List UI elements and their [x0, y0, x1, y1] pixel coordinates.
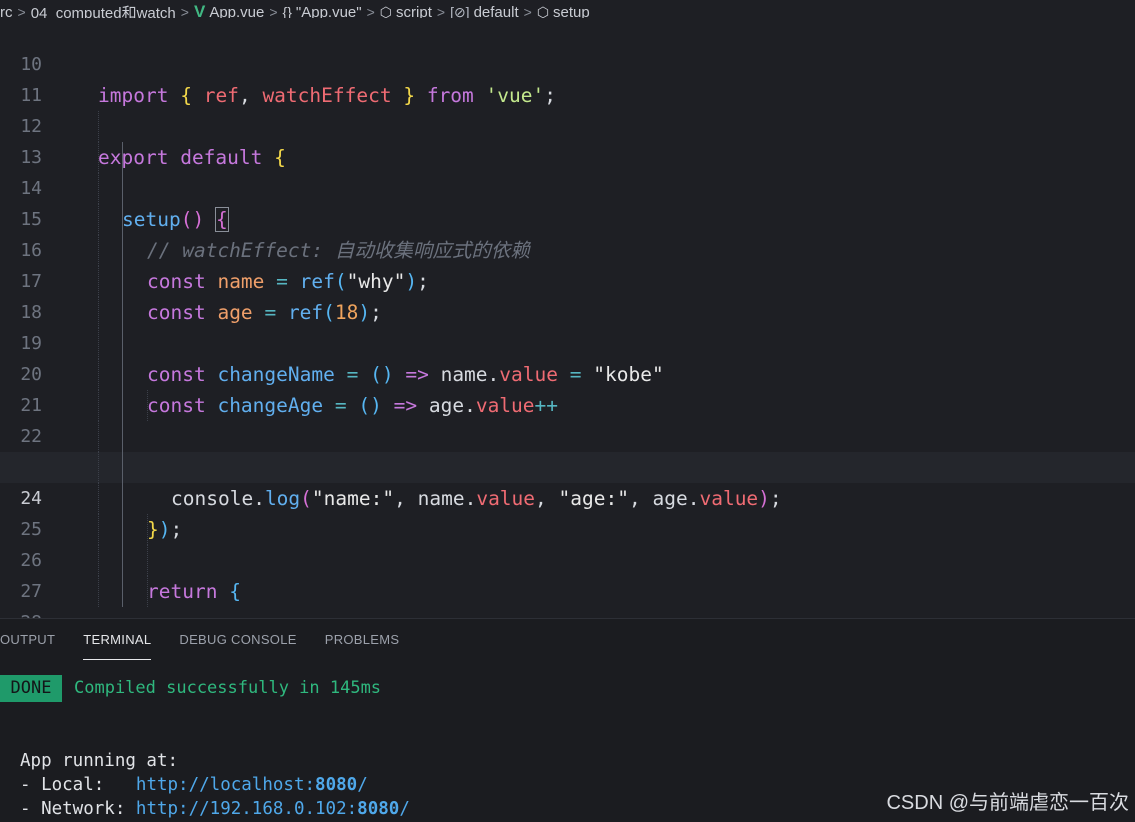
code-line[interactable]: 14 // watchEffect: 自动收集响应式的依赖 — [0, 142, 1135, 262]
local-label: - Local: — [20, 775, 105, 795]
code-line[interactable]: 15 const name = ref("why"); — [0, 173, 1135, 293]
line-number: 28 — [0, 607, 42, 618]
code-line[interactable]: 16 const age = ref(18); — [0, 204, 1135, 324]
network-label: - Network: — [20, 799, 126, 819]
code-line[interactable]: 12 export default { — [0, 80, 1135, 169]
code-line[interactable]: 23 }); — [0, 421, 1135, 541]
local-port: 8080 — [315, 775, 358, 795]
code-line[interactable]: 27 age, — [0, 545, 1135, 602]
network-port: 8080 — [357, 799, 400, 819]
panel-tabs: OUTPUT TERMINAL DEBUG CONSOLE PROBLEMS — [0, 619, 413, 661]
app-running-text: App running at: — [20, 751, 179, 771]
code-line[interactable]: 18 const changeName = () => name.value =… — [0, 266, 1135, 386]
code-line[interactable]: 28 changeName, — [0, 576, 1135, 618]
tab-debug-console[interactable]: DEBUG CONSOLE — [165, 619, 310, 661]
done-badge: DONE — [0, 675, 62, 702]
code-line[interactable]: 11 — [0, 49, 1135, 106]
code-line[interactable]: 10 import { ref, watchEffect } from 'vue… — [0, 18, 1135, 107]
code-line[interactable]: 26 name, — [0, 514, 1135, 618]
local-line: - Local: http://localhost:8080/ — [20, 775, 368, 795]
compiled-message: Compiled successfully in 145ms — [74, 678, 382, 698]
code-line[interactable]: 25 return { — [0, 483, 1135, 603]
code-line[interactable]: 17 — [0, 235, 1135, 292]
code-line-active[interactable]: 24 — [0, 452, 1135, 509]
code-line[interactable]: 20 — [0, 328, 1135, 385]
local-url-link[interactable]: http://localhost:8080/ — [136, 775, 368, 795]
code-content: name, — [171, 607, 230, 618]
network-url-link[interactable]: http://192.168.0.102:8080/ — [136, 799, 410, 819]
csdn-watermark: CSDN @与前端虐恋一百次 — [886, 792, 1129, 814]
code-line[interactable]: 21 watchEffect(() => { — [0, 359, 1135, 479]
code-line[interactable]: 13 setup() { — [0, 111, 1135, 232]
code-line[interactable]: 19 const changeAge = () => age.value++ — [0, 297, 1135, 417]
local-url: http://localhost: — [135, 775, 316, 795]
tab-output[interactable]: OUTPUT — [0, 619, 69, 661]
network-url: http://192.168.0.102: — [135, 799, 358, 819]
tab-terminal[interactable]: TERMINAL — [69, 619, 165, 661]
network-line: - Network: http://192.168.0.102:8080/ — [20, 799, 410, 819]
code-editor[interactable]: 10 import { ref, watchEffect } from 'vue… — [0, 18, 1135, 618]
tab-problems[interactable]: PROBLEMS — [311, 619, 414, 661]
code-token: name — [171, 611, 218, 618]
code-line[interactable]: 22 console.log("name:", name.value, "age… — [0, 390, 1135, 510]
